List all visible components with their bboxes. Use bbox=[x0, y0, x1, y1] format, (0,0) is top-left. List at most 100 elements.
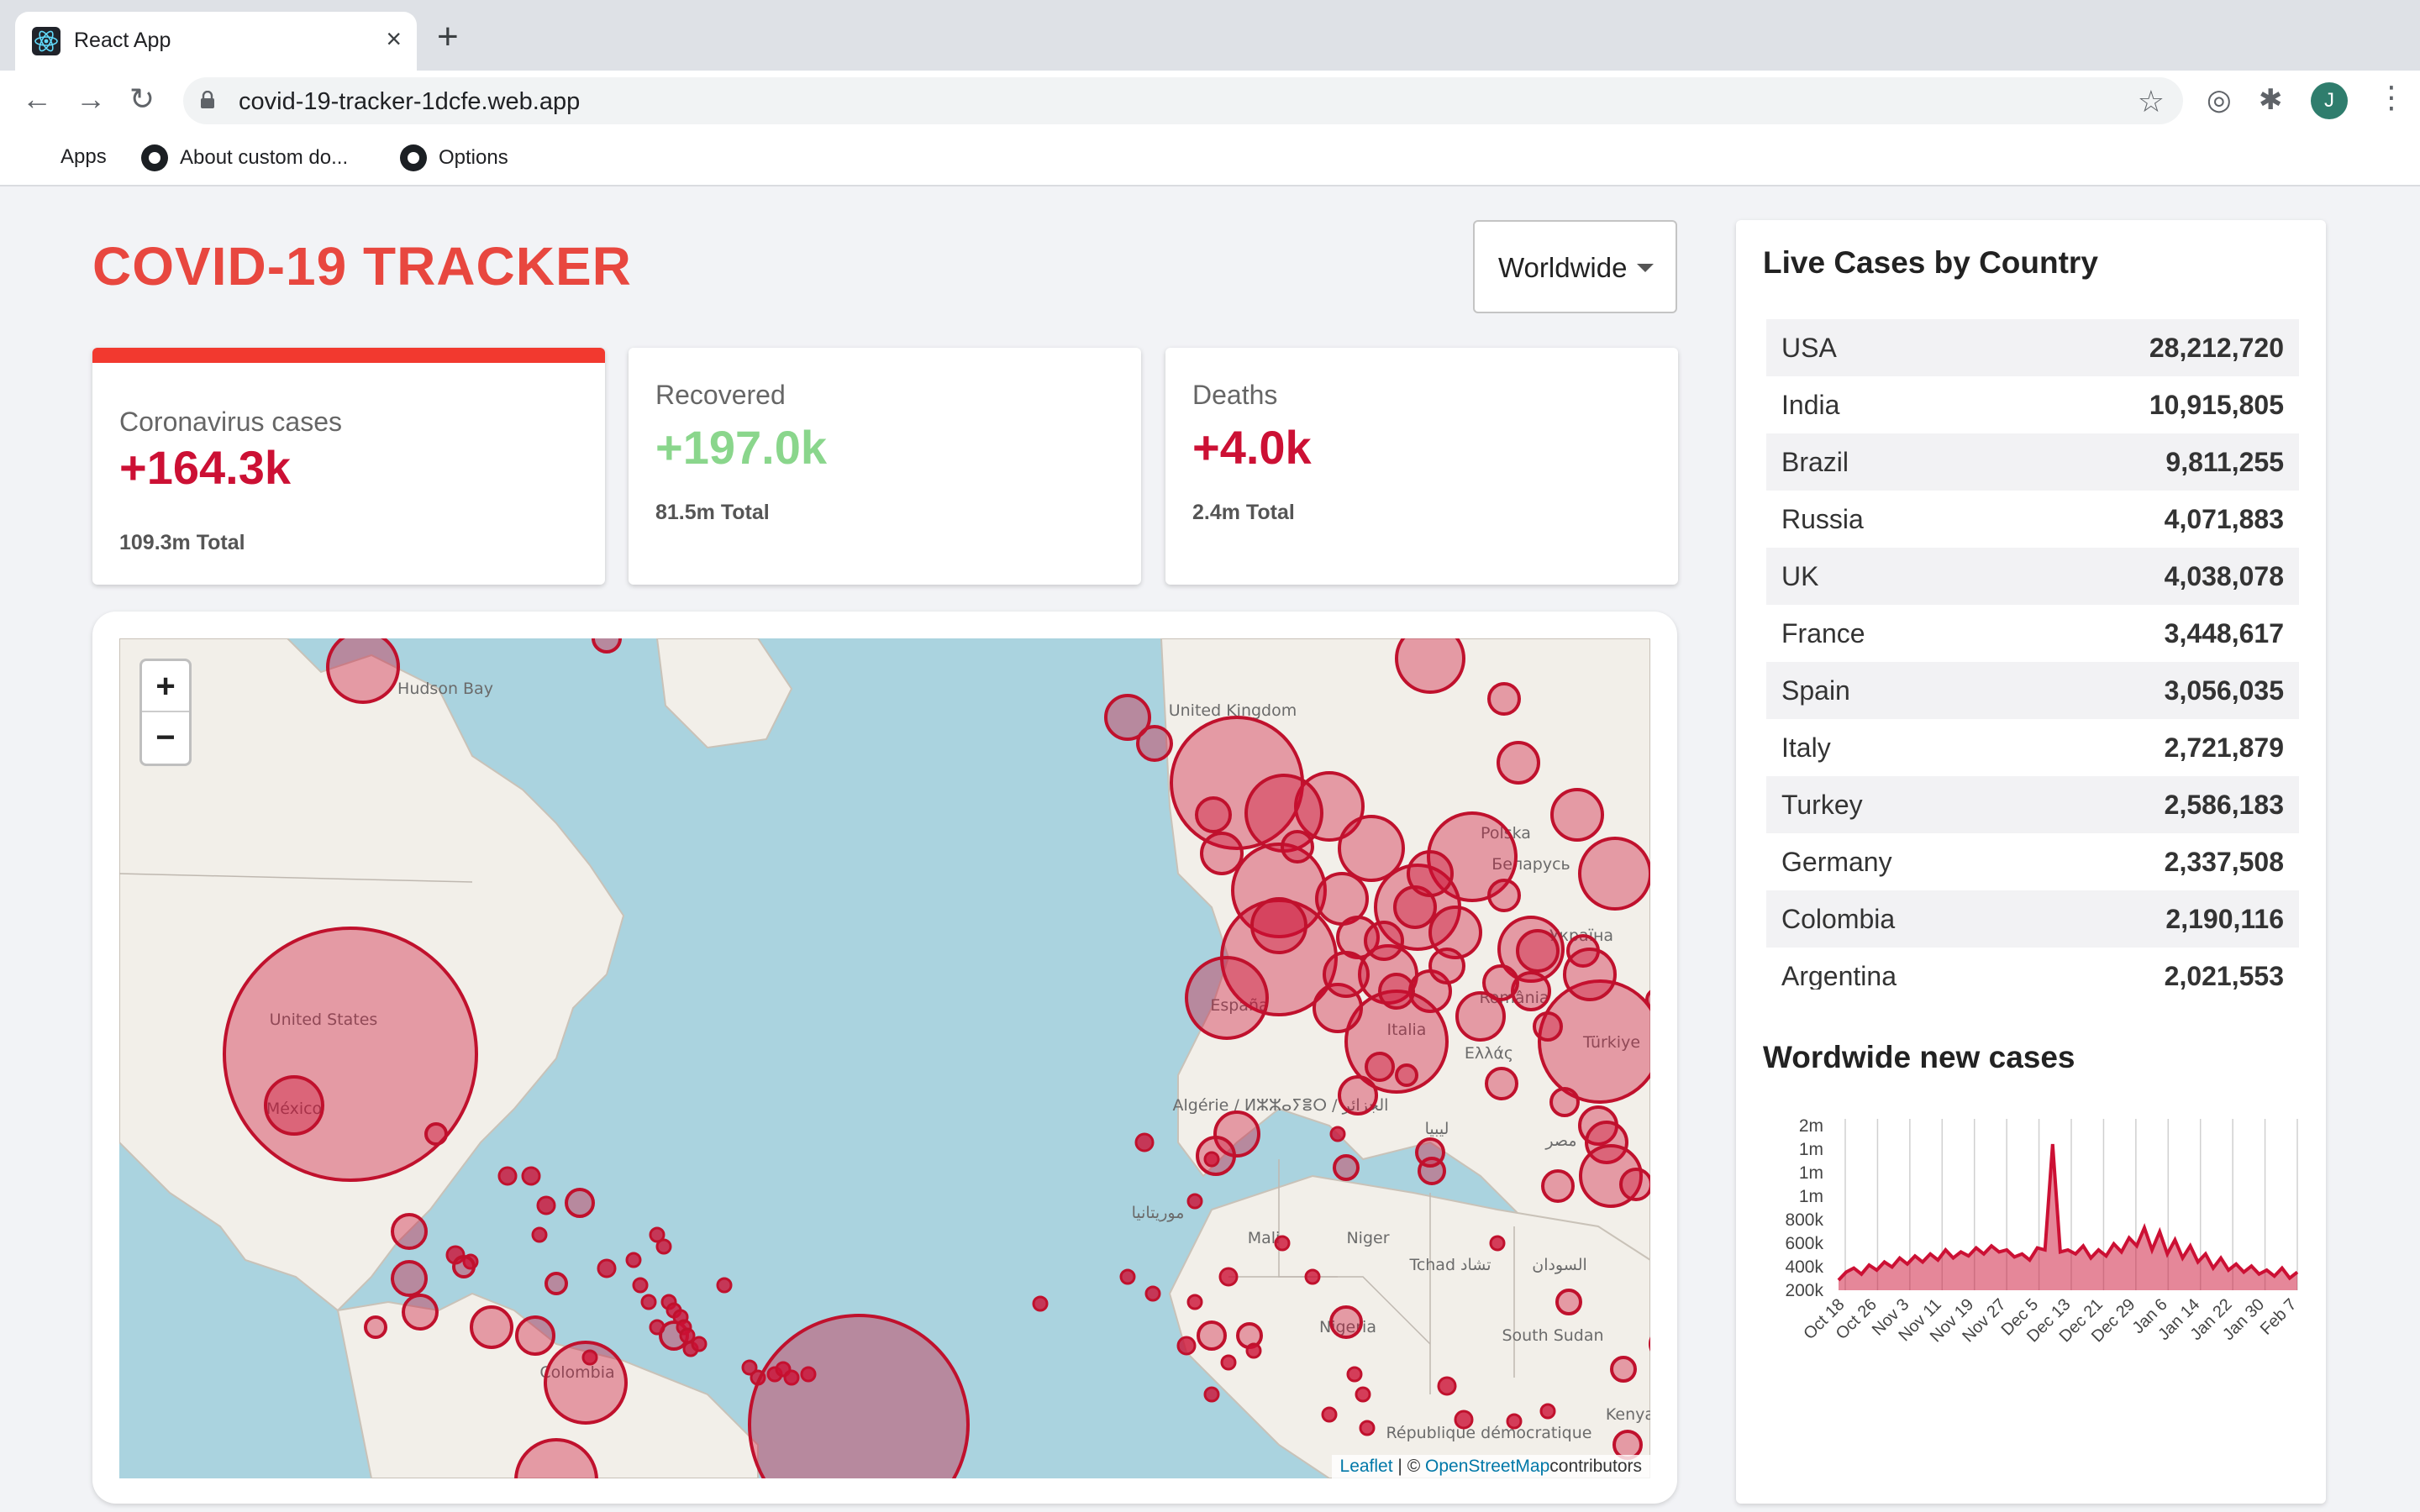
case-circle[interactable] bbox=[364, 1315, 387, 1339]
case-circle[interactable] bbox=[1516, 929, 1560, 973]
case-circle[interactable] bbox=[1437, 1376, 1457, 1396]
forward-arrow-icon[interactable]: → bbox=[76, 82, 106, 116]
case-circle[interactable] bbox=[592, 638, 622, 654]
case-circle[interactable] bbox=[1218, 1267, 1239, 1287]
puzzle-extensions-icon[interactable]: ✱ bbox=[2259, 84, 2283, 116]
bookmark-about-custom-domains[interactable]: About custom do... bbox=[141, 144, 348, 171]
case-circle[interactable] bbox=[1119, 1268, 1136, 1285]
case-circle[interactable] bbox=[1250, 897, 1307, 954]
case-circle[interactable] bbox=[1482, 964, 1519, 1001]
address-bar[interactable]: covid-19-tracker-1dcfe.web.app ☆ bbox=[183, 77, 2183, 124]
case-circle[interactable] bbox=[565, 1188, 595, 1218]
case-circle[interactable] bbox=[531, 1226, 548, 1243]
case-circle[interactable] bbox=[544, 1272, 568, 1295]
case-circle[interactable] bbox=[1323, 951, 1370, 998]
case-circle[interactable] bbox=[1321, 1406, 1338, 1423]
case-circle[interactable] bbox=[1619, 1168, 1650, 1201]
case-circle[interactable] bbox=[1329, 1305, 1363, 1339]
case-circle[interactable] bbox=[1355, 1386, 1371, 1403]
case-circle[interactable] bbox=[1359, 1420, 1376, 1436]
case-circle[interactable] bbox=[1195, 796, 1232, 833]
leaflet-link[interactable]: Leaflet bbox=[1340, 1457, 1393, 1476]
case-circle[interactable] bbox=[748, 1314, 970, 1478]
case-circle[interactable] bbox=[1487, 682, 1521, 716]
case-circle[interactable] bbox=[1506, 1413, 1523, 1430]
extension-icon[interactable]: ◎ bbox=[2207, 84, 2232, 116]
case-circle[interactable] bbox=[264, 1075, 324, 1136]
case-circle[interactable] bbox=[655, 1238, 672, 1255]
case-circle[interactable] bbox=[536, 1195, 556, 1215]
case-circle[interactable] bbox=[1497, 741, 1540, 785]
case-circle[interactable] bbox=[716, 1277, 733, 1294]
case-circle[interactable] bbox=[326, 638, 400, 704]
case-circle[interactable] bbox=[1485, 1067, 1518, 1100]
case-circle[interactable] bbox=[1364, 921, 1404, 961]
back-arrow-icon[interactable]: ← bbox=[22, 82, 52, 116]
case-circle[interactable] bbox=[1407, 850, 1454, 897]
more-menu-icon[interactable]: ⋮ bbox=[2376, 81, 2407, 114]
case-circle[interactable] bbox=[649, 1319, 666, 1336]
case-circle[interactable] bbox=[1454, 1410, 1474, 1430]
openstreetmap-link[interactable]: OpenStreetMap bbox=[1425, 1457, 1549, 1476]
case-circle[interactable] bbox=[1395, 638, 1465, 694]
reload-icon[interactable]: ↻ bbox=[129, 82, 155, 116]
case-circle[interactable] bbox=[1533, 1011, 1563, 1042]
case-circle[interactable] bbox=[1428, 948, 1465, 984]
case-circle[interactable] bbox=[424, 1122, 448, 1146]
case-circle[interactable] bbox=[1203, 1386, 1220, 1403]
case-circle[interactable] bbox=[1197, 1320, 1227, 1351]
case-circle[interactable] bbox=[1541, 1169, 1575, 1203]
case-circle[interactable] bbox=[1365, 1052, 1395, 1082]
case-circle[interactable] bbox=[1245, 1342, 1262, 1359]
case-circle[interactable] bbox=[632, 1277, 649, 1294]
case-circle[interactable] bbox=[402, 1294, 439, 1331]
bookmark-star-icon[interactable]: ☆ bbox=[2138, 84, 2165, 119]
case-circle[interactable] bbox=[1176, 1336, 1197, 1356]
case-circle[interactable] bbox=[515, 1315, 555, 1356]
case-circle[interactable] bbox=[391, 1260, 428, 1297]
profile-avatar[interactable]: J bbox=[2311, 82, 2348, 119]
case-circle[interactable] bbox=[1186, 1193, 1203, 1210]
live-cases-table[interactable]: USA 28,212,720 India 10,915,805 Brazil 9,81… bbox=[1766, 319, 2299, 990]
case-circle[interactable] bbox=[1378, 973, 1415, 1010]
new-tab-button[interactable]: + bbox=[437, 18, 459, 55]
browser-tab[interactable]: React App × bbox=[15, 12, 417, 71]
case-circle[interactable] bbox=[1563, 948, 1617, 1001]
case-circle[interactable] bbox=[497, 1166, 518, 1186]
case-circle[interactable] bbox=[1395, 1063, 1418, 1087]
case-circle[interactable] bbox=[1550, 788, 1604, 842]
case-circle[interactable] bbox=[1136, 725, 1173, 762]
case-circle[interactable] bbox=[1549, 1087, 1580, 1117]
case-circle[interactable] bbox=[1032, 1295, 1049, 1312]
zoom-in-button[interactable]: + bbox=[142, 661, 189, 712]
case-circle[interactable] bbox=[470, 1305, 513, 1349]
case-circle[interactable] bbox=[1489, 1235, 1506, 1252]
case-circle[interactable] bbox=[1578, 837, 1650, 911]
case-circle[interactable] bbox=[597, 1258, 617, 1278]
case-circle[interactable] bbox=[1274, 1235, 1291, 1252]
case-circle[interactable] bbox=[1555, 1289, 1582, 1315]
case-circle[interactable] bbox=[1610, 1356, 1637, 1383]
recovered-stat-card[interactable]: Recovered +197.0k 81.5m Total bbox=[629, 348, 1141, 585]
world-map[interactable]: Hudson Bay United States México Colombia… bbox=[119, 638, 1650, 1478]
zoom-out-button[interactable]: − bbox=[142, 712, 189, 764]
case-circle[interactable] bbox=[1281, 830, 1314, 864]
country-select[interactable]: Worldwide bbox=[1473, 220, 1677, 313]
case-circle[interactable] bbox=[1415, 1137, 1445, 1168]
case-circle[interactable] bbox=[1338, 1075, 1378, 1116]
cases-stat-card[interactable]: Coronavirus cases +164.3k 109.3m Total bbox=[92, 348, 605, 585]
case-circle[interactable] bbox=[1220, 1354, 1237, 1371]
case-circle[interactable] bbox=[581, 1349, 598, 1366]
case-circle[interactable] bbox=[1487, 879, 1521, 912]
bookmark-apps[interactable]: Apps bbox=[24, 144, 107, 170]
case-circle[interactable] bbox=[1539, 1403, 1556, 1420]
case-circle[interactable] bbox=[1203, 1151, 1220, 1168]
case-circle[interactable] bbox=[1144, 1285, 1161, 1302]
case-circle[interactable] bbox=[1185, 956, 1269, 1040]
case-circle[interactable] bbox=[1186, 1294, 1203, 1310]
deaths-stat-card[interactable]: Deaths +4.0k 2.4m Total bbox=[1165, 348, 1678, 585]
case-circle[interactable] bbox=[1304, 1268, 1321, 1285]
case-circle[interactable] bbox=[1134, 1132, 1155, 1152]
case-circle[interactable] bbox=[1333, 1154, 1360, 1181]
case-circle[interactable] bbox=[640, 1294, 657, 1310]
